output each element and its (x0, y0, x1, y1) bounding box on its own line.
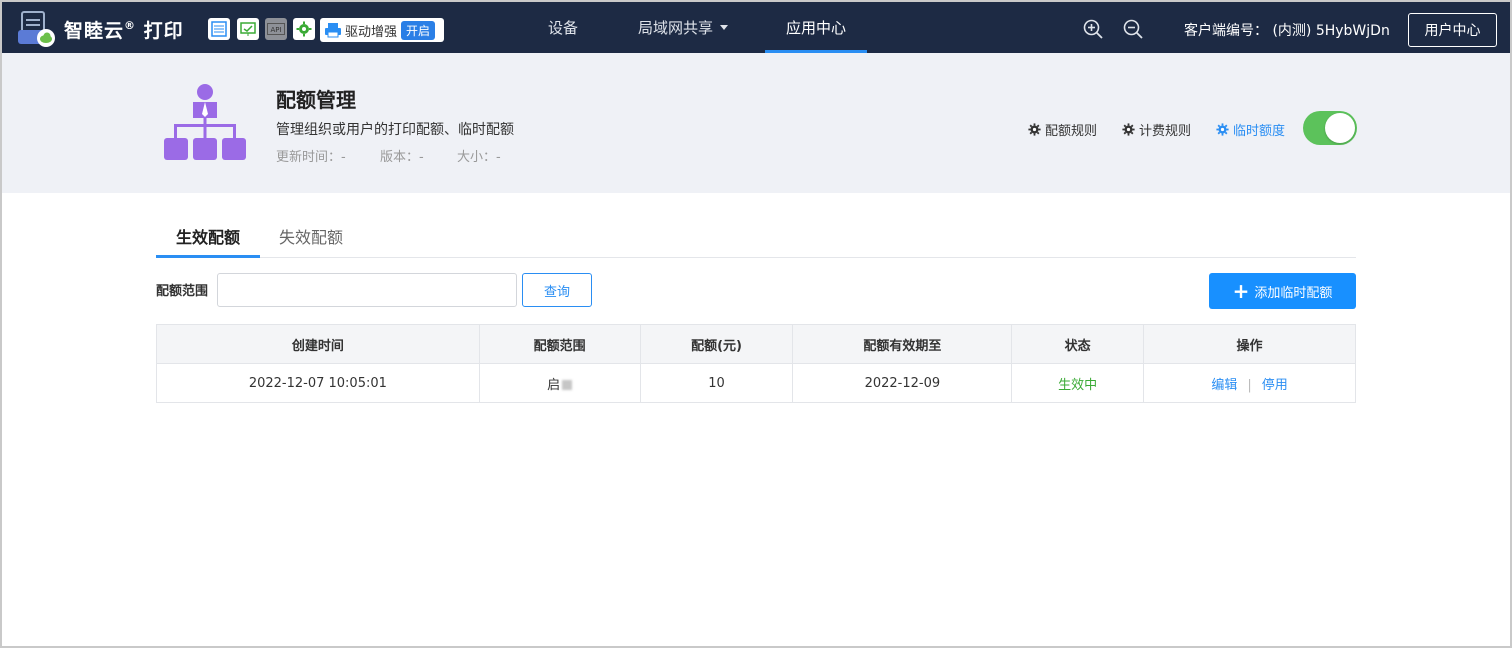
edit-link[interactable]: 编辑 (1211, 378, 1237, 393)
tab-expired-quota[interactable]: 失效配额 (279, 224, 343, 248)
col-amount: 配额(元) (639, 324, 794, 364)
monitor-icon[interactable] (237, 18, 259, 40)
caret-down-icon (720, 25, 728, 30)
driver-state-badge: 开启 (401, 20, 436, 40)
cell-status: 生效中 (1011, 363, 1145, 403)
cell-actions: 编辑 | 停用 (1143, 363, 1356, 403)
version: 版本：- (380, 150, 424, 165)
disable-link[interactable]: 停用 (1262, 378, 1288, 393)
printer-icon (325, 23, 341, 38)
list-icon[interactable] (208, 18, 230, 40)
redacted-mark (562, 380, 573, 390)
scope-filter-label: 配额范围 (156, 284, 209, 299)
brand-name: 智睦云® 打印 (64, 19, 184, 42)
nav-app-center[interactable]: 应用中心 (765, 2, 867, 53)
temp-quota-link[interactable]: 临时额度 (1216, 120, 1285, 139)
scope-filter-input[interactable] (217, 273, 517, 307)
col-created: 创建时间 (156, 324, 480, 364)
zoom-out-icon[interactable] (1122, 18, 1144, 40)
driver-enhance-toggle[interactable]: 驱动增强 开启 (320, 18, 444, 42)
col-expires: 配额有效期至 (792, 324, 1013, 364)
col-scope: 配额范围 (478, 324, 641, 364)
table-header-row: 创建时间 配额范围 配额(元) 配额有效期至 状态 操作 (156, 324, 1356, 364)
cell-amount: 10 (639, 363, 794, 403)
nav-devices[interactable]: 设备 (532, 2, 594, 53)
quota-table: 创建时间 配额范围 配额(元) 配额有效期至 状态 操作 2022-12-07 … (156, 324, 1356, 403)
svg-text:API: API (270, 26, 281, 34)
tabs-divider (156, 257, 1356, 258)
temp-quota-toggle[interactable] (1303, 111, 1357, 145)
api-icon[interactable]: API (265, 18, 287, 40)
plus-icon: + (1232, 279, 1250, 303)
tab-active-quota[interactable]: 生效配额 (176, 224, 240, 248)
driver-enhance-label: 驱动增强 (345, 24, 398, 40)
col-actions: 操作 (1143, 324, 1356, 364)
add-temp-quota-button[interactable]: + 添加临时配额 (1209, 273, 1356, 309)
printer-cloud-logo (18, 11, 55, 47)
cell-scope-text: 启 (547, 377, 561, 393)
org-chart-icon (164, 84, 246, 160)
client-id-value: (内测) 5HybWjDn (1272, 23, 1390, 39)
page-title: 配额管理 (276, 88, 356, 112)
cell-created: 2022-12-07 10:05:01 (156, 363, 480, 403)
add-temp-quota-label: 添加临时配额 (1254, 285, 1333, 301)
gear-icon (1028, 123, 1041, 136)
active-tab-indicator (156, 255, 260, 258)
billing-rules-link[interactable]: 计费规则 (1122, 120, 1191, 139)
temp-quota-label: 临时额度 (1233, 124, 1286, 139)
client-id: 客户端编号： (内测) 5HybWjDn (1184, 20, 1390, 40)
size: 大小：- (457, 150, 501, 165)
updated-time: 更新时间：- (276, 150, 346, 165)
top-bar: 智睦云® 打印 API 驱动增强 开启 设备 局域网共享 应用中心 客户端编号：… (2, 2, 1510, 53)
gear-icon (1216, 123, 1229, 136)
gear-icon[interactable] (293, 18, 315, 40)
nav-lan-share[interactable]: 局域网共享 (630, 2, 736, 53)
query-button[interactable]: 查询 (522, 273, 592, 307)
nav-lan-share-label: 局域网共享 (637, 19, 713, 37)
action-separator: | (1247, 377, 1252, 393)
table-row: 2022-12-07 10:05:01 启 10 2022-12-09 生效中 … (156, 363, 1356, 403)
col-status: 状态 (1011, 324, 1145, 364)
user-center-button[interactable]: 用户中心 (1408, 13, 1497, 47)
gear-icon (1122, 123, 1135, 136)
page-description: 管理组织或用户的打印配额、临时配额 (276, 122, 514, 138)
billing-rules-label: 计费规则 (1139, 124, 1192, 139)
client-id-label: 客户端编号： (1184, 23, 1268, 39)
cell-scope: 启 (478, 363, 641, 403)
quota-rules-link[interactable]: 配额规则 (1028, 120, 1097, 139)
toggle-knob (1325, 113, 1355, 143)
zoom-in-icon[interactable] (1082, 18, 1104, 40)
cell-expires: 2022-12-09 (792, 363, 1013, 403)
quota-rules-label: 配额规则 (1045, 124, 1098, 139)
